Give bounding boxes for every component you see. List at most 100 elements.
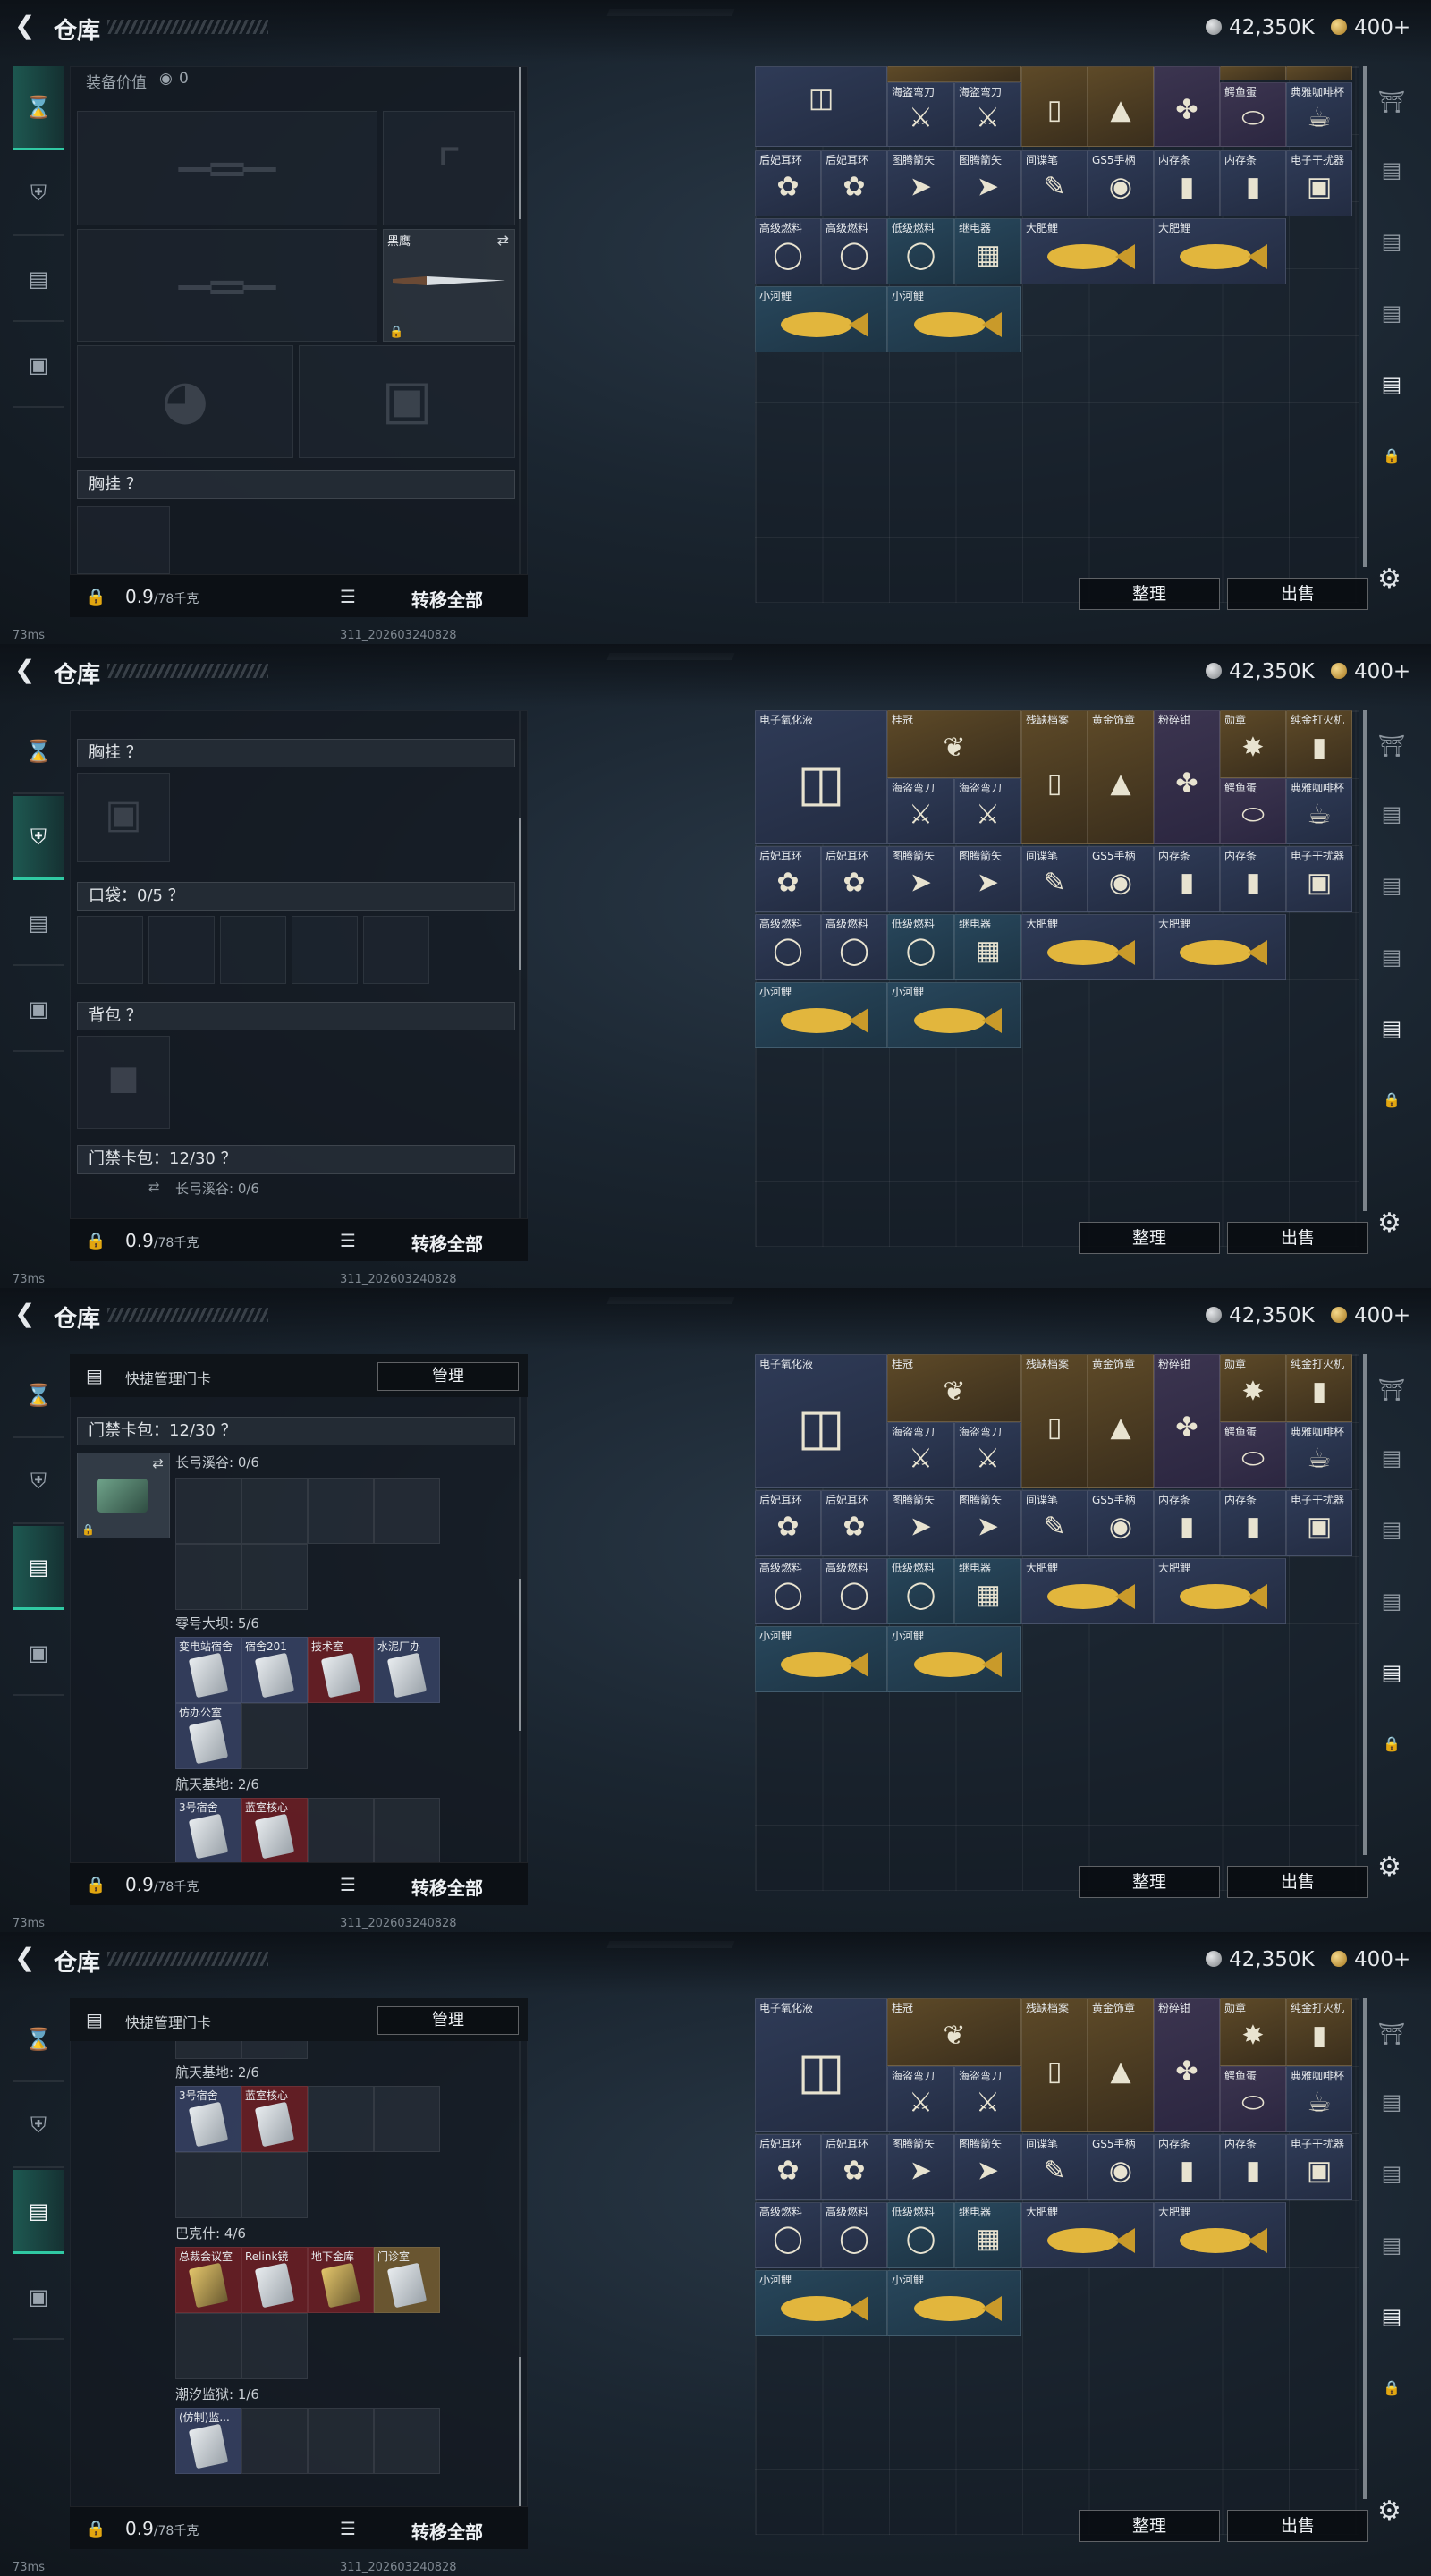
nav-weapons-icon[interactable]: ⌛ [13, 1998, 64, 2082]
secondary-weapon-slot[interactable]: ─═─ [77, 229, 377, 342]
card-slot[interactable] [175, 2313, 241, 2379]
stash-item[interactable]: 桂冠 ❦ [887, 710, 1021, 778]
stash-item[interactable]: ▯ [1021, 66, 1088, 147]
stash-item[interactable]: 高级燃料 ◯ [821, 2202, 887, 2268]
stash-item[interactable]: 高级燃料 ◯ [821, 1558, 887, 1624]
stash-tab-4-icon[interactable]: ▤ [1372, 301, 1411, 336]
helmet-slot[interactable]: ◕ [77, 345, 293, 458]
stash-item[interactable]: 小河鲤 [887, 982, 1021, 1048]
nav-armor-icon[interactable]: ⛨ [13, 2084, 64, 2168]
stash-lock-icon[interactable]: 🔒 [1372, 1091, 1411, 1127]
stash-item[interactable]: 内存条 ▮ [1220, 2134, 1286, 2200]
manage-button[interactable]: 管理 [377, 1362, 519, 1391]
stash-item[interactable]: 后妃耳环 ✿ [755, 1490, 821, 1556]
card-slot[interactable] [374, 1798, 440, 1864]
stash-item[interactable]: 大肥鲤 [1154, 2202, 1286, 2268]
stash-item[interactable]: 电子氧化液 ◫ [755, 1354, 887, 1488]
stash-item[interactable]: 桂冠 ❦ [887, 1998, 1021, 2066]
stash-tab-5-icon[interactable]: ▤ [1372, 1660, 1411, 1696]
sell-button[interactable]: 出售 [1227, 2510, 1368, 2542]
stash-tab-3-icon[interactable]: ▤ [1372, 873, 1411, 909]
stash-item[interactable]: ▲ [1088, 66, 1154, 147]
stash-item[interactable]: 图腾箭矢 ➤ [887, 1490, 954, 1556]
weight-lock-icon[interactable]: 🔒 [86, 1232, 106, 1250]
keycard-item[interactable]: 总裁会议室 [175, 2247, 241, 2313]
card-slot[interactable] [308, 1478, 374, 1544]
nav-keycard-icon[interactable]: ▤ [13, 1526, 64, 1610]
pocket-section-header[interactable]: 口袋：0/5 ？ [77, 882, 515, 911]
nav-armor-icon[interactable]: ⛨ [13, 796, 64, 880]
stash-item[interactable]: 后妃耳环 ✿ [755, 2134, 821, 2200]
stash-item[interactable]: 典雅咖啡杯 ☕ [1286, 2066, 1352, 2132]
body-armor-slot[interactable]: ▣ [299, 345, 515, 458]
stash-item[interactable] [1220, 66, 1286, 80]
list-icon[interactable]: ☰ [340, 2518, 356, 2539]
keycard-item[interactable]: 地下金库 [308, 2247, 374, 2313]
pistol-slot[interactable]: ⌜ [383, 111, 515, 225]
sort-button[interactable]: 整理 [1079, 2510, 1220, 2542]
stash-lock-icon[interactable]: 🔒 [1372, 1735, 1411, 1771]
stash-item[interactable]: ✤ [1154, 66, 1220, 147]
stash-item[interactable]: 图腾箭矢 ➤ [887, 2134, 954, 2200]
swap-icon[interactable]: ⇄ [148, 1179, 160, 1195]
stash-item[interactable]: 图腾箭矢 ➤ [954, 150, 1021, 216]
list-icon[interactable]: ☰ [340, 586, 356, 607]
keycard-item[interactable]: 水泥厂办 [374, 1637, 440, 1703]
stash-item[interactable]: 高级燃料 ◯ [755, 2202, 821, 2268]
stash-tab-3-icon[interactable]: ▤ [1372, 2161, 1411, 2197]
stash-item[interactable]: GS5手柄 ◉ [1088, 846, 1154, 912]
stash-item[interactable]: ◫ [755, 66, 887, 147]
vest-section-header[interactable]: 胸挂 ？ [77, 470, 515, 499]
card-slot[interactable] [241, 1703, 308, 1769]
keycard-item[interactable]: 门诊室 [374, 2247, 440, 2313]
stash-item[interactable] [1286, 66, 1352, 80]
stash-item[interactable]: 后妃耳环 ✿ [821, 1490, 887, 1556]
stash-item[interactable]: 电子干扰器 ▣ [1286, 150, 1352, 216]
vest-slot[interactable]: ▣ [77, 773, 170, 862]
stash-item[interactable]: 图腾箭矢 ➤ [954, 1490, 1021, 1556]
stash-tab-5-icon[interactable]: ▤ [1372, 372, 1411, 408]
nav-weapons-icon[interactable]: ⌛ [13, 710, 64, 794]
stash-item[interactable]: 电子干扰器 ▣ [1286, 2134, 1352, 2200]
card-slot[interactable] [374, 2086, 440, 2152]
sell-button[interactable]: 出售 [1227, 578, 1368, 610]
loadout-scroll-thumb[interactable] [519, 818, 521, 970]
card-slot[interactable] [308, 1798, 374, 1864]
keycard-item[interactable]: 蓝室核心 [241, 2086, 308, 2152]
stash-item[interactable]: 典雅咖啡杯 ☕ [1286, 778, 1352, 844]
keycard-item[interactable]: 技术室 [308, 1637, 374, 1703]
stash-item[interactable]: 勋章 ✸ [1220, 1354, 1286, 1422]
pocket-slot[interactable] [292, 916, 358, 984]
stash-item[interactable]: 图腾箭矢 ➤ [887, 150, 954, 216]
nav-case-icon[interactable]: ▣ [13, 324, 64, 408]
stash-item[interactable]: 粉碎钳 ✤ [1154, 1998, 1220, 2132]
stash-item[interactable]: 纯金打火机 ▮ [1286, 1998, 1352, 2066]
backpack-section-header[interactable]: 背包 ？ [77, 1002, 515, 1030]
stash-item[interactable]: 间谍笔 ✎ [1021, 150, 1088, 216]
sort-button[interactable]: 整理 [1079, 1222, 1220, 1254]
stash-scrollbar[interactable] [1363, 66, 1367, 567]
stash-tab-1-icon[interactable]: ⛩ [1372, 89, 1411, 125]
stash-tab-2-icon[interactable]: ▤ [1372, 1445, 1411, 1481]
sell-button[interactable]: 出售 [1227, 1866, 1368, 1898]
nav-armor-icon[interactable]: ⛨ [13, 152, 64, 236]
stash-item[interactable]: 电子干扰器 ▣ [1286, 1490, 1352, 1556]
stash-item[interactable]: 低级燃料 ◯ [887, 1558, 954, 1624]
settings-gear-icon[interactable]: ⚙ [1377, 2496, 1401, 2527]
keycard-item[interactable]: 变电站宿舍 [175, 1637, 241, 1703]
stash-item[interactable]: 海盗弯刀 ⚔ [887, 82, 954, 147]
stash-item[interactable]: 典雅咖啡杯 ☕ [1286, 1422, 1352, 1488]
stash-item[interactable]: GS5手柄 ◉ [1088, 150, 1154, 216]
list-icon[interactable]: ☰ [340, 1230, 356, 1251]
stash-tab-2-icon[interactable]: ▤ [1372, 801, 1411, 837]
transfer-all-button[interactable]: 转移全部 [411, 1874, 483, 1900]
stash-item[interactable]: 粉碎钳 ✤ [1154, 1354, 1220, 1488]
card-slot[interactable] [241, 1544, 308, 1610]
stash-tab-1-icon[interactable]: ⛩ [1372, 2021, 1411, 2057]
stash-item[interactable]: 内存条 ▮ [1154, 150, 1220, 216]
stash-item[interactable]: 电子干扰器 ▣ [1286, 846, 1352, 912]
card-slot[interactable] [374, 2408, 440, 2474]
keycard-bag-header[interactable]: 门禁卡包：12/30 ？ [77, 1417, 515, 1445]
loadout-scroll-thumb[interactable] [519, 1579, 521, 1731]
stash-item[interactable]: 粉碎钳 ✤ [1154, 710, 1220, 844]
